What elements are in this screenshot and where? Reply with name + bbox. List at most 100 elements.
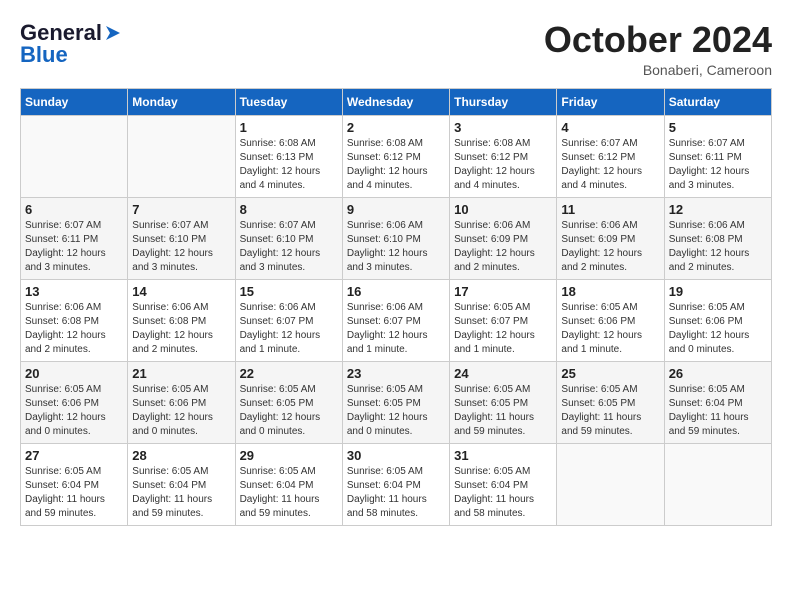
table-row: 28 Sunrise: 6:05 AMSunset: 6:04 PMDayligh… bbox=[128, 443, 235, 525]
day-info: Sunrise: 6:05 AMSunset: 6:05 PMDaylight:… bbox=[240, 383, 338, 439]
day-info: Sunrise: 6:05 AMSunset: 6:04 PMDaylight:… bbox=[25, 465, 123, 521]
table-row: 18 Sunrise: 6:05 AMSunset: 6:06 PMDayligh… bbox=[557, 279, 664, 361]
location-subtitle: Bonaberi, Cameroon bbox=[544, 62, 772, 78]
calendar-header-row: Sunday Monday Tuesday Wednesday Thursday… bbox=[21, 88, 772, 115]
day-info: Sunrise: 6:07 AMSunset: 6:10 PMDaylight:… bbox=[240, 219, 338, 275]
day-info: Sunrise: 6:08 AMSunset: 6:12 PMDaylight:… bbox=[454, 137, 552, 193]
header-monday: Monday bbox=[128, 88, 235, 115]
day-number: 18 bbox=[561, 284, 659, 299]
day-number: 28 bbox=[132, 448, 230, 463]
month-title: October 2024 bbox=[544, 20, 772, 60]
calendar-week-row: 6 Sunrise: 6:07 AMSunset: 6:11 PMDaylight… bbox=[21, 197, 772, 279]
calendar-week-row: 20Sunrise: 6:05 AMSunset: 6:06 PMDayligh… bbox=[21, 361, 772, 443]
day-info: Sunrise: 6:05 AMSunset: 6:06 PMDaylight:… bbox=[561, 301, 659, 357]
table-row bbox=[128, 115, 235, 197]
day-number: 16 bbox=[347, 284, 445, 299]
day-info: Sunrise: 6:06 AMSunset: 6:09 PMDaylight:… bbox=[454, 219, 552, 275]
day-info: Sunrise: 6:05 AMSunset: 6:04 PMDaylight:… bbox=[132, 465, 230, 521]
table-row: 13 Sunrise: 6:06 AMSunset: 6:08 PMDayligh… bbox=[21, 279, 128, 361]
day-info: Sunrise: 6:05 AMSunset: 6:04 PMDaylight:… bbox=[347, 465, 445, 521]
day-info: Sunrise: 6:06 AMSunset: 6:08 PMDaylight:… bbox=[132, 301, 230, 357]
day-number: 6 bbox=[25, 202, 123, 217]
table-row: 30 Sunrise: 6:05 AMSunset: 6:04 PMDayligh… bbox=[342, 443, 449, 525]
day-info: Sunrise: 6:07 AMSunset: 6:11 PMDaylight:… bbox=[25, 219, 123, 275]
page-header: General Blue October 2024 Bonaberi, Came… bbox=[20, 20, 772, 78]
table-row: 1 Sunrise: 6:08 AMSunset: 6:13 PMDaylight… bbox=[235, 115, 342, 197]
table-row: 14Sunrise: 6:06 AMSunset: 6:08 PMDayligh… bbox=[128, 279, 235, 361]
day-number: 24 bbox=[454, 366, 552, 381]
day-info: Sunrise: 6:05 AMSunset: 6:04 PMDaylight:… bbox=[454, 465, 552, 521]
day-info: Sunrise: 6:06 AMSunset: 6:08 PMDaylight:… bbox=[669, 219, 767, 275]
table-row bbox=[664, 443, 771, 525]
logo-arrow-icon bbox=[104, 24, 122, 42]
day-number: 9 bbox=[347, 202, 445, 217]
table-row: 3 Sunrise: 6:08 AMSunset: 6:12 PMDaylight… bbox=[450, 115, 557, 197]
calendar-week-row: 1 Sunrise: 6:08 AMSunset: 6:13 PMDaylight… bbox=[21, 115, 772, 197]
day-number: 23 bbox=[347, 366, 445, 381]
day-number: 3 bbox=[454, 120, 552, 135]
day-number: 5 bbox=[669, 120, 767, 135]
table-row: 22 Sunrise: 6:05 AMSunset: 6:05 PMDayligh… bbox=[235, 361, 342, 443]
calendar-week-row: 27 Sunrise: 6:05 AMSunset: 6:04 PMDayligh… bbox=[21, 443, 772, 525]
header-tuesday: Tuesday bbox=[235, 88, 342, 115]
header-saturday: Saturday bbox=[664, 88, 771, 115]
day-number: 29 bbox=[240, 448, 338, 463]
table-row: 4 Sunrise: 6:07 AMSunset: 6:12 PMDaylight… bbox=[557, 115, 664, 197]
day-info: Sunrise: 6:06 AMSunset: 6:08 PMDaylight:… bbox=[25, 301, 123, 357]
day-info: Sunrise: 6:05 AMSunset: 6:04 PMDaylight:… bbox=[240, 465, 338, 521]
table-row: 20Sunrise: 6:05 AMSunset: 6:06 PMDayligh… bbox=[21, 361, 128, 443]
table-row bbox=[557, 443, 664, 525]
day-info: Sunrise: 6:07 AMSunset: 6:10 PMDaylight:… bbox=[132, 219, 230, 275]
table-row: 17Sunrise: 6:05 AMSunset: 6:07 PMDayligh… bbox=[450, 279, 557, 361]
day-info: Sunrise: 6:05 AMSunset: 6:06 PMDaylight:… bbox=[669, 301, 767, 357]
day-number: 10 bbox=[454, 202, 552, 217]
table-row: 6 Sunrise: 6:07 AMSunset: 6:11 PMDaylight… bbox=[21, 197, 128, 279]
day-number: 1 bbox=[240, 120, 338, 135]
table-row: 7 Sunrise: 6:07 AMSunset: 6:10 PMDaylight… bbox=[128, 197, 235, 279]
day-number: 19 bbox=[669, 284, 767, 299]
day-info: Sunrise: 6:06 AMSunset: 6:09 PMDaylight:… bbox=[561, 219, 659, 275]
day-info: Sunrise: 6:08 AMSunset: 6:12 PMDaylight:… bbox=[347, 137, 445, 193]
day-number: 22 bbox=[240, 366, 338, 381]
day-number: 15 bbox=[240, 284, 338, 299]
day-info: Sunrise: 6:05 AMSunset: 6:05 PMDaylight:… bbox=[347, 383, 445, 439]
day-number: 26 bbox=[669, 366, 767, 381]
day-number: 27 bbox=[25, 448, 123, 463]
table-row: 26 Sunrise: 6:05 AMSunset: 6:04 PMDayligh… bbox=[664, 361, 771, 443]
day-number: 13 bbox=[25, 284, 123, 299]
table-row: 31Sunrise: 6:05 AMSunset: 6:04 PMDayligh… bbox=[450, 443, 557, 525]
day-info: Sunrise: 6:06 AMSunset: 6:10 PMDaylight:… bbox=[347, 219, 445, 275]
table-row: 15 Sunrise: 6:06 AMSunset: 6:07 PMDayligh… bbox=[235, 279, 342, 361]
table-row: 25Sunrise: 6:05 AMSunset: 6:05 PMDayligh… bbox=[557, 361, 664, 443]
table-row: 24 Sunrise: 6:05 AMSunset: 6:05 PMDayligh… bbox=[450, 361, 557, 443]
day-info: Sunrise: 6:06 AMSunset: 6:07 PMDaylight:… bbox=[347, 301, 445, 357]
day-number: 11 bbox=[561, 202, 659, 217]
day-info: Sunrise: 6:05 AMSunset: 6:06 PMDaylight:… bbox=[25, 383, 123, 439]
day-info: Sunrise: 6:08 AMSunset: 6:13 PMDaylight:… bbox=[240, 137, 338, 193]
header-sunday: Sunday bbox=[21, 88, 128, 115]
title-section: October 2024 Bonaberi, Cameroon bbox=[544, 20, 772, 78]
day-number: 30 bbox=[347, 448, 445, 463]
logo-text-blue: Blue bbox=[20, 42, 68, 67]
day-info: Sunrise: 6:07 AMSunset: 6:12 PMDaylight:… bbox=[561, 137, 659, 193]
day-info: Sunrise: 6:05 AMSunset: 6:04 PMDaylight:… bbox=[669, 383, 767, 439]
table-row: 12 Sunrise: 6:06 AMSunset: 6:08 PMDayligh… bbox=[664, 197, 771, 279]
table-row: 23 Sunrise: 6:05 AMSunset: 6:05 PMDayligh… bbox=[342, 361, 449, 443]
table-row: 21Sunrise: 6:05 AMSunset: 6:06 PMDayligh… bbox=[128, 361, 235, 443]
header-wednesday: Wednesday bbox=[342, 88, 449, 115]
table-row: 8 Sunrise: 6:07 AMSunset: 6:10 PMDaylight… bbox=[235, 197, 342, 279]
table-row: 2Sunrise: 6:08 AMSunset: 6:12 PMDaylight… bbox=[342, 115, 449, 197]
day-info: Sunrise: 6:06 AMSunset: 6:07 PMDaylight:… bbox=[240, 301, 338, 357]
table-row: 29 Sunrise: 6:05 AMSunset: 6:04 PMDayligh… bbox=[235, 443, 342, 525]
day-info: Sunrise: 6:05 AMSunset: 6:05 PMDaylight:… bbox=[561, 383, 659, 439]
day-number: 12 bbox=[669, 202, 767, 217]
day-info: Sunrise: 6:05 AMSunset: 6:06 PMDaylight:… bbox=[132, 383, 230, 439]
day-number: 7 bbox=[132, 202, 230, 217]
table-row: 27 Sunrise: 6:05 AMSunset: 6:04 PMDayligh… bbox=[21, 443, 128, 525]
calendar-table: Sunday Monday Tuesday Wednesday Thursday… bbox=[20, 88, 772, 526]
day-info: Sunrise: 6:05 AMSunset: 6:05 PMDaylight:… bbox=[454, 383, 552, 439]
day-number: 8 bbox=[240, 202, 338, 217]
table-row: 11 Sunrise: 6:06 AMSunset: 6:09 PMDayligh… bbox=[557, 197, 664, 279]
day-number: 4 bbox=[561, 120, 659, 135]
day-info: Sunrise: 6:05 AMSunset: 6:07 PMDaylight:… bbox=[454, 301, 552, 357]
